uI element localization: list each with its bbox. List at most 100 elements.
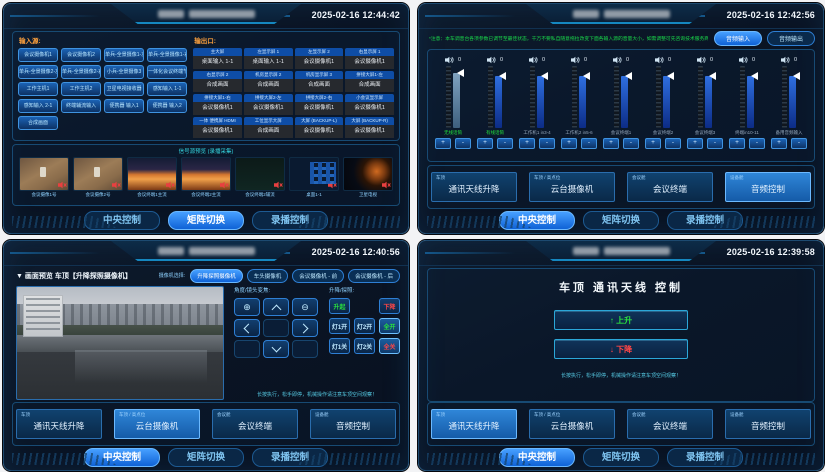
- input-source-button[interactable]: 单兵-全景摄像1-左: [104, 48, 144, 62]
- slider-handle[interactable]: [667, 72, 674, 80]
- volume-slider[interactable]: [487, 66, 504, 128]
- video-thumbnail-image[interactable]: [19, 157, 69, 191]
- preview-thumbnail[interactable]: 会议摄像2号: [73, 157, 123, 198]
- muted-speaker-icon[interactable]: [220, 181, 229, 189]
- output-port-cell[interactable]: 一体 便携屏 HDMI会议摄像机1: [193, 117, 242, 138]
- video-thumbnail-image[interactable]: [181, 157, 231, 191]
- input-source-button[interactable]: 单兵-全景摄像2-左: [18, 65, 58, 79]
- output-port-cell[interactable]: 大屏 (BACKUP-R)会议摄像机1: [345, 117, 394, 138]
- output-port-cell[interactable]: 拼接大屏1-左合成画面: [345, 71, 394, 92]
- camera-video-preview[interactable]: [16, 286, 224, 400]
- ptz-right-button[interactable]: [292, 319, 318, 337]
- output-port-cell[interactable]: 大屏 (BACKUP-L)会议摄像机1: [295, 117, 344, 138]
- preview-thumbnail[interactable]: 会议终端2辅流: [235, 157, 285, 198]
- category-button-0[interactable]: 车顶通讯天线升降: [431, 409, 517, 439]
- ptz-zoom-in-button[interactable]: ⊕: [234, 298, 260, 316]
- preview-thumbnail[interactable]: 卫星电视: [343, 157, 393, 198]
- muted-speaker-icon[interactable]: [166, 181, 175, 189]
- video-thumbnail-image[interactable]: [235, 157, 285, 191]
- lift-light-button[interactable]: 灯1关: [329, 338, 350, 354]
- muted-speaker-icon[interactable]: [112, 181, 121, 189]
- volume-down-button[interactable]: -: [623, 138, 639, 149]
- volume-down-button[interactable]: -: [581, 138, 597, 149]
- category-button-1[interactable]: 车顶 / 高点位云台摄像机: [114, 409, 200, 439]
- output-port-cell[interactable]: 机房显示屏 3合成画面: [295, 71, 344, 92]
- input-source-button[interactable]: 工作主机1: [18, 82, 58, 96]
- volume-slider[interactable]: [697, 66, 714, 128]
- video-thumbnail-image[interactable]: [289, 157, 339, 191]
- input-source-button[interactable]: 会议摄像机2: [61, 48, 101, 62]
- video-thumbnail-image[interactable]: [73, 157, 123, 191]
- output-port-cell[interactable]: 左显示屏 1桌面输入 1-1: [244, 48, 293, 69]
- category-button-1[interactable]: 车顶 / 高点位云台摄像机: [529, 409, 615, 439]
- category-button-3[interactable]: 设备舱音频控制: [310, 409, 396, 439]
- ptz-up-button[interactable]: [263, 298, 289, 316]
- volume-slider[interactable]: [781, 66, 798, 128]
- volume-slider[interactable]: [529, 66, 546, 128]
- lift-light-button[interactable]: 下降: [379, 298, 400, 314]
- muted-speaker-icon[interactable]: [328, 181, 337, 189]
- input-source-button[interactable]: 便携器 输入2: [147, 99, 187, 113]
- nav-tab-matrix-switch[interactable]: 矩阵切换: [583, 211, 659, 230]
- volume-down-button[interactable]: -: [791, 138, 807, 149]
- input-source-button[interactable]: 单兵-全景摄像1-右: [147, 48, 187, 62]
- category-button-0[interactable]: 车顶通讯天线升降: [431, 172, 517, 202]
- output-port-cell[interactable]: 机房显示屏 2合成画面: [244, 71, 293, 92]
- video-thumbnail-image[interactable]: [343, 157, 393, 191]
- input-source-button[interactable]: 工作主机2: [61, 82, 101, 96]
- output-port-cell[interactable]: 拼接大屏2-右会议摄像机1: [295, 94, 344, 115]
- camera-select-button-3[interactable]: 会议摄像机 - 后: [348, 269, 400, 283]
- audio-input-tab[interactable]: 音频输入: [714, 31, 762, 46]
- volume-up-button[interactable]: +: [729, 138, 745, 149]
- input-source-button[interactable]: 卫星电视接收器: [104, 82, 144, 96]
- nav-tab-matrix-switch[interactable]: 矩阵切换: [583, 448, 659, 467]
- camera-select-button-1[interactable]: 车头摄像机: [247, 269, 289, 283]
- category-button-2[interactable]: 会议舱会议终端: [627, 172, 713, 202]
- audio-output-tab[interactable]: 音频输出: [767, 31, 815, 46]
- slider-handle[interactable]: [457, 69, 464, 77]
- volume-slider[interactable]: [739, 66, 756, 128]
- preview-thumbnail[interactable]: 会议终端2主流: [181, 157, 231, 198]
- preview-thumbnail[interactable]: 会议摄像1号: [19, 157, 69, 198]
- output-port-cell[interactable]: 右显示屏 2合成画面: [193, 71, 242, 92]
- volume-slider[interactable]: [655, 66, 672, 128]
- output-port-cell[interactable]: 拼接大屏2-左会议摄像机1: [244, 94, 293, 115]
- input-source-button[interactable]: 感知输入 1-1: [147, 82, 187, 96]
- volume-slider[interactable]: [613, 66, 630, 128]
- volume-up-button[interactable]: +: [561, 138, 577, 149]
- volume-up-button[interactable]: +: [519, 138, 535, 149]
- volume-up-button[interactable]: +: [771, 138, 787, 149]
- lift-light-button[interactable]: 灯2开: [354, 318, 375, 334]
- input-source-button[interactable]: 便携器 输入1: [104, 99, 144, 113]
- ptz-down-button[interactable]: [263, 340, 289, 358]
- lift-light-button[interactable]: 灯2关: [354, 338, 375, 354]
- muted-speaker-icon[interactable]: [382, 181, 391, 189]
- output-port-cell[interactable]: 左显示屏 2会议摄像机1: [295, 48, 344, 69]
- category-button-0[interactable]: 车顶通讯天线升降: [16, 409, 102, 439]
- preview-thumbnail[interactable]: 桌面1-1: [289, 157, 339, 198]
- camera-select-button-2[interactable]: 会议摄像机 - 前: [292, 269, 344, 283]
- slider-handle[interactable]: [583, 72, 590, 80]
- lift-light-button[interactable]: 全开: [379, 318, 400, 334]
- antenna-down-button[interactable]: ↓ 下降: [554, 339, 688, 359]
- input-source-button[interactable]: 终端辅流输入: [61, 99, 101, 113]
- nav-tab-matrix-switch[interactable]: 矩阵切换: [168, 211, 244, 230]
- nav-tab-matrix-switch[interactable]: 矩阵切换: [168, 448, 244, 467]
- volume-slider[interactable]: [571, 66, 588, 128]
- lift-light-button[interactable]: 全关: [379, 338, 400, 354]
- category-button-3[interactable]: 设备舱音频控制: [725, 172, 811, 202]
- volume-up-button[interactable]: +: [603, 138, 619, 149]
- ptz-left-button[interactable]: [234, 319, 260, 337]
- ptz-zoom-out-button[interactable]: ⊖: [292, 298, 318, 316]
- preview-thumbnail[interactable]: 会议终端1主流: [127, 157, 177, 198]
- output-port-cell[interactable]: 主大屏桌面输入 1-1: [193, 48, 242, 69]
- antenna-up-button[interactable]: ↑ 上升: [554, 310, 688, 330]
- slider-handle[interactable]: [751, 72, 758, 80]
- volume-up-button[interactable]: +: [435, 138, 451, 149]
- slider-handle[interactable]: [625, 72, 632, 80]
- output-port-cell[interactable]: 拼接大屏1-右会议摄像机1: [193, 94, 242, 115]
- slider-handle[interactable]: [499, 72, 506, 80]
- muted-speaker-icon[interactable]: [274, 181, 283, 189]
- category-button-1[interactable]: 车顶 / 高点位云台摄像机: [529, 172, 615, 202]
- input-source-button[interactable]: 合成画面: [18, 116, 58, 130]
